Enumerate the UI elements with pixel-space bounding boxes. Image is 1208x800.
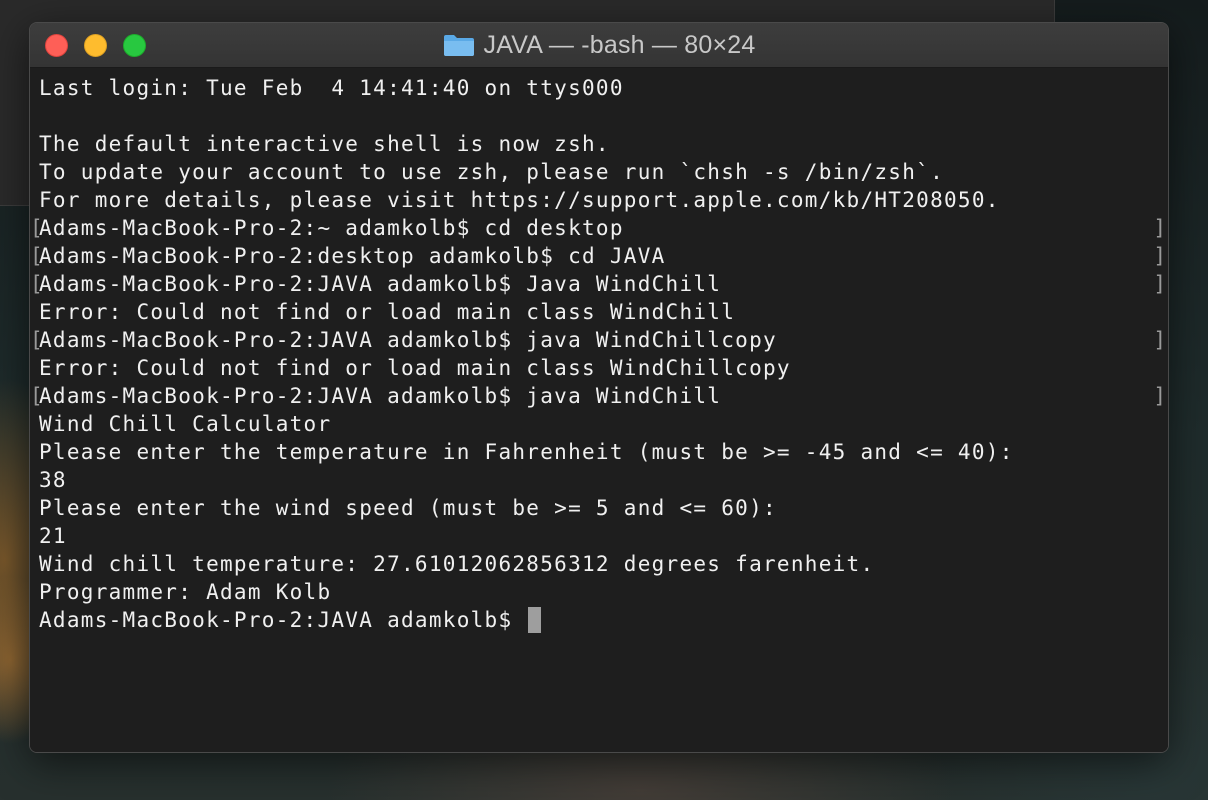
command-mark-right: ] bbox=[1153, 244, 1166, 268]
terminal-line-text: Last login: Tue Feb 4 14:41:40 on ttys00… bbox=[39, 76, 624, 100]
command-mark-right: ] bbox=[1153, 328, 1166, 352]
terminal-line: 21 bbox=[30, 522, 1168, 550]
terminal-line: Last login: Tue Feb 4 14:41:40 on ttys00… bbox=[30, 74, 1168, 102]
command-mark-right: ] bbox=[1153, 272, 1166, 296]
terminal-line: Error: Could not find or load main class… bbox=[30, 354, 1168, 382]
terminal-line-text: Wind Chill Calculator bbox=[39, 412, 332, 436]
terminal-line: Adams-MacBook-Pro-2:JAVA adamkolb$ Java … bbox=[30, 270, 1168, 298]
folder-icon bbox=[443, 33, 475, 57]
terminal-line: Wind Chill Calculator bbox=[30, 410, 1168, 438]
window-title: JAVA — -bash — 80×24 bbox=[483, 30, 756, 59]
terminal-line-text: 21 bbox=[39, 524, 67, 548]
terminal-line: Adams-MacBook-Pro-2:JAVA adamkolb$ java … bbox=[30, 382, 1168, 410]
terminal-line: Please enter the wind speed (must be >= … bbox=[30, 494, 1168, 522]
terminal-line: Programmer: Adam Kolb bbox=[30, 578, 1168, 606]
text-cursor bbox=[528, 607, 542, 633]
terminal-line: Adams-MacBook-Pro-2:desktop adamkolb$ cd… bbox=[30, 242, 1168, 270]
terminal-line-text: Adams-MacBook-Pro-2:JAVA adamkolb$ java … bbox=[39, 384, 722, 408]
terminal-line-text: Programmer: Adam Kolb bbox=[39, 580, 332, 604]
terminal-line: To update your account to use zsh, pleas… bbox=[30, 158, 1168, 186]
window-title-group: JAVA — -bash — 80×24 bbox=[30, 23, 1168, 67]
command-mark-right: ] bbox=[1153, 216, 1166, 240]
command-mark-left: [ bbox=[30, 384, 43, 408]
command-mark-left: [ bbox=[30, 244, 43, 268]
terminal-line: For more details, please visit https://s… bbox=[30, 186, 1168, 214]
terminal-line: Adams-MacBook-Pro-2:JAVA adamkolb$ java … bbox=[30, 326, 1168, 354]
terminal-line-text: 38 bbox=[39, 468, 67, 492]
shell-prompt: Adams-MacBook-Pro-2:JAVA adamkolb$ bbox=[39, 608, 527, 632]
terminal-line-text: Adams-MacBook-Pro-2:desktop adamkolb$ cd… bbox=[39, 244, 666, 268]
terminal-line-text: Please enter the temperature in Fahrenhe… bbox=[39, 440, 1014, 464]
command-mark-left: [ bbox=[30, 328, 43, 352]
command-mark-left: [ bbox=[30, 272, 43, 296]
terminal-line-text: Adams-MacBook-Pro-2:JAVA adamkolb$ java … bbox=[39, 328, 777, 352]
terminal-line-text: Please enter the wind speed (must be >= … bbox=[39, 496, 777, 520]
terminal-line-text: Error: Could not find or load main class… bbox=[39, 300, 736, 324]
terminal-line-text: Wind chill temperature: 27.6101206285631… bbox=[39, 552, 875, 576]
terminal-line-text: Error: Could not find or load main class… bbox=[39, 356, 791, 380]
terminal-line: Please enter the temperature in Fahrenhe… bbox=[30, 438, 1168, 466]
terminal-line-text: For more details, please visit https://s… bbox=[39, 188, 1000, 212]
terminal-line: Wind chill temperature: 27.6101206285631… bbox=[30, 550, 1168, 578]
terminal-line-text: To update your account to use zsh, pleas… bbox=[39, 160, 944, 184]
terminal-window[interactable]: JAVA — -bash — 80×24 Last login: Tue Feb… bbox=[29, 22, 1169, 753]
terminal-line-text: Adams-MacBook-Pro-2:~ adamkolb$ cd deskt… bbox=[39, 216, 624, 240]
terminal-line-text: Adams-MacBook-Pro-2:JAVA adamkolb$ Java … bbox=[39, 272, 722, 296]
title-bar[interactable]: JAVA — -bash — 80×24 bbox=[30, 23, 1168, 68]
terminal-line: Error: Could not find or load main class… bbox=[30, 298, 1168, 326]
prompt-line[interactable]: Adams-MacBook-Pro-2:JAVA adamkolb$ bbox=[30, 606, 1168, 634]
terminal-output[interactable]: Last login: Tue Feb 4 14:41:40 on ttys00… bbox=[30, 68, 1168, 752]
terminal-line: 38 bbox=[30, 466, 1168, 494]
terminal-line: Adams-MacBook-Pro-2:~ adamkolb$ cd deskt… bbox=[30, 214, 1168, 242]
terminal-line-text: The default interactive shell is now zsh… bbox=[39, 132, 610, 156]
command-mark-right: ] bbox=[1153, 384, 1166, 408]
terminal-line: The default interactive shell is now zsh… bbox=[30, 130, 1168, 158]
command-mark-left: [ bbox=[30, 216, 43, 240]
